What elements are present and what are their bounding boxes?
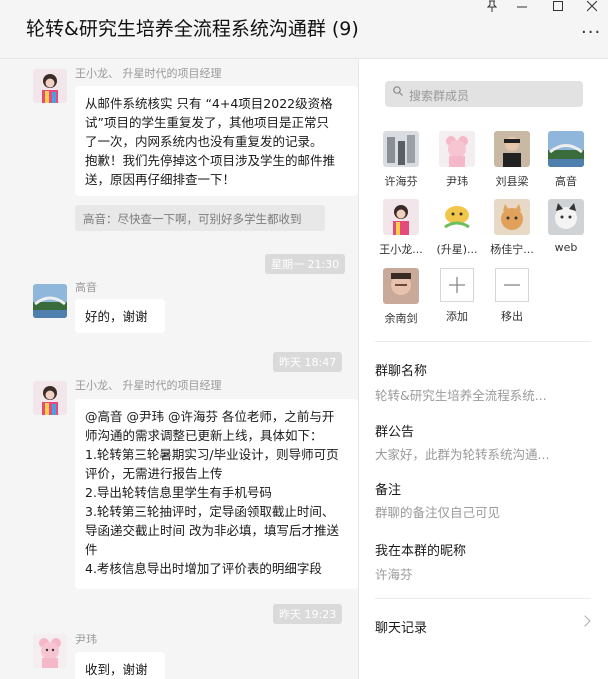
- title-bar: 轮转&研究生培养全流程系统沟通群 (9) ···: [0, 0, 608, 59]
- message-line: 导函递交截止时间 改为非必填，填写后才推送: [85, 523, 339, 538]
- member-avatar: [383, 199, 419, 235]
- timestamp: 星期一 21:30: [265, 254, 346, 274]
- avatar-image: [33, 284, 67, 318]
- avatar-wangxiaolong[interactable]: [33, 69, 67, 103]
- message-line: 1.轮转第三轮暑期实习/毕业设计，则导师可页: [85, 447, 339, 462]
- minimize-button[interactable]: [508, 0, 536, 16]
- message-line: 好的，谢谢: [85, 309, 148, 324]
- member-shengxing[interactable]: (升星)...: [432, 199, 482, 257]
- message-line: 从邮件系统核实 只有 “4+4项目2022级资格: [85, 96, 333, 111]
- search-placeholder: 搜索群成员: [409, 89, 470, 103]
- avatar-gaoyin[interactable]: [33, 284, 67, 318]
- more-options-button[interactable]: ···: [581, 22, 601, 43]
- close-button[interactable]: [578, 0, 606, 16]
- group-name-value[interactable]: 轮转&研究生培养全流程系统...: [375, 385, 585, 404]
- member-avatar: [383, 131, 419, 167]
- message-line: 了一次，内网系统内也没有重复发的记录。: [85, 134, 323, 149]
- message-sender: 王小龙、 升星时代的项目经理: [75, 67, 222, 80]
- group-notice-label: 群公告: [375, 425, 415, 440]
- member-avatar: [494, 199, 530, 235]
- quoted-message[interactable]: 高音：尽快查一下啊，可别好多学生都收到: [75, 205, 325, 231]
- message-bubble[interactable]: 好的，谢谢: [75, 299, 165, 333]
- member-gaoyin[interactable]: 高音: [541, 131, 591, 189]
- member-avatar: [494, 131, 530, 167]
- timestamp: 昨天 18:47: [273, 352, 343, 372]
- message-line: 评价，无需进行报告上传: [85, 466, 223, 481]
- pin-button[interactable]: [478, 0, 506, 16]
- message-sender: 王小龙、 升星时代的项目经理: [75, 379, 222, 392]
- close-icon: [586, 0, 598, 12]
- remove-member-button[interactable]: 移出: [487, 268, 537, 324]
- message-line: 送，原因再仔细排查一下！: [85, 172, 236, 187]
- message-bubble[interactable]: @高音 @尹玮 @许海芬 各位老师，之前与开 师沟通的需求调整已更新上线，具体如…: [75, 399, 358, 589]
- remove-member-label: 移出: [501, 310, 523, 323]
- message-line: 2.导出轮转信息里学生有手机号码: [85, 485, 272, 500]
- member-avatar: [548, 131, 584, 167]
- avatar-yinwei[interactable]: [33, 634, 67, 668]
- member-name: 高音: [555, 175, 577, 188]
- group-notice-value[interactable]: 大家好，此群为轮转系统沟通...: [375, 444, 585, 463]
- avatar-wangxiaolong[interactable]: [33, 381, 67, 415]
- member-name: 余南剑: [384, 312, 418, 325]
- chevron-right-icon: [579, 615, 591, 627]
- group-name-label: 群聊名称: [375, 364, 428, 379]
- divider: [375, 598, 591, 599]
- chat-title: 轮转&研究生培养全流程系统沟通群 (9): [26, 18, 359, 40]
- divider: [375, 341, 591, 342]
- minimize-icon: [517, 6, 527, 8]
- add-member-button[interactable]: 添加: [432, 268, 482, 324]
- avatar-image: [33, 634, 67, 668]
- chat-history-link[interactable]: 聊天记录: [375, 617, 427, 636]
- search-icon: [393, 86, 403, 96]
- member-name: 刘县梁: [495, 175, 529, 188]
- my-nickname-label: 我在本群的昵称: [375, 544, 467, 559]
- member-liuxianliang[interactable]: 刘县梁: [487, 131, 537, 189]
- add-member-label: 添加: [446, 310, 468, 323]
- message-line: @高音 @尹玮 @许海芬 各位老师，之前与开: [85, 409, 335, 424]
- member-name: web: [554, 241, 578, 254]
- message-sender: 高音: [75, 281, 97, 294]
- member-yangjianing[interactable]: 杨佳宁...: [487, 199, 537, 257]
- maximize-button[interactable]: [544, 0, 572, 16]
- avatar-image: [33, 381, 67, 415]
- member-search-input[interactable]: 搜索群成员: [385, 81, 583, 107]
- pin-icon: [486, 0, 498, 12]
- member-web[interactable]: web: [541, 199, 591, 254]
- message-sender: 尹玮: [75, 633, 97, 646]
- member-yunanjian[interactable]: 余南剑: [376, 268, 426, 326]
- member-avatar: [439, 199, 475, 235]
- member-name: 尹玮: [446, 175, 468, 188]
- message-bubble[interactable]: 收到，谢谢: [75, 652, 165, 679]
- plus-icon: [449, 277, 465, 293]
- message-line: 抱歉！我们先停掉这个项目涉及学生的邮件推: [85, 153, 336, 168]
- member-name: 许海芬: [384, 175, 418, 188]
- message-line: 试”项目的学生重复发了，其他项目是正常只: [85, 115, 329, 130]
- member-yinwei[interactable]: 尹玮: [432, 131, 482, 189]
- maximize-icon: [553, 1, 563, 11]
- remark-label: 备注: [375, 483, 402, 498]
- message-line: 收到，谢谢: [85, 662, 148, 677]
- message-line: 师沟通的需求调整已更新上线，具体如下：: [85, 428, 323, 443]
- member-name: (升星)...: [436, 243, 478, 256]
- message-line: 件: [85, 542, 98, 557]
- member-xuhaifen[interactable]: 许海芬: [376, 131, 426, 189]
- remark-value[interactable]: 群聊的备注仅自己可见: [375, 502, 585, 521]
- timestamp: 昨天 19:23: [273, 604, 343, 624]
- member-name: 杨佳宁...: [490, 243, 534, 256]
- minus-icon: [504, 284, 520, 286]
- chat-messages-area[interactable]: 王小龙、 升星时代的项目经理 从邮件系统核实 只有 “4+4项目2022级资格 …: [0, 59, 358, 679]
- member-wangxiaolong[interactable]: 王小龙...: [376, 199, 426, 257]
- member-avatar: [548, 199, 584, 235]
- member-avatar: [439, 131, 475, 167]
- member-name: 王小龙...: [379, 243, 423, 256]
- avatar-image: [33, 69, 67, 103]
- message-line: 3.轮转第三轮抽评时，定导函领取截止时间、: [85, 504, 335, 519]
- message-line: 4.考核信息导出时增加了评价表的明细字段: [85, 561, 322, 576]
- member-avatar: [383, 268, 419, 304]
- group-info-panel: 搜索群成员 许海芬 尹玮 刘县梁 高音 王小龙... (升星)... 杨佳宁..…: [358, 59, 608, 679]
- my-nickname-value[interactable]: 许海芬: [375, 564, 585, 583]
- message-bubble[interactable]: 从邮件系统核实 只有 “4+4项目2022级资格 试”项目的学生重复发了，其他项…: [75, 86, 358, 196]
